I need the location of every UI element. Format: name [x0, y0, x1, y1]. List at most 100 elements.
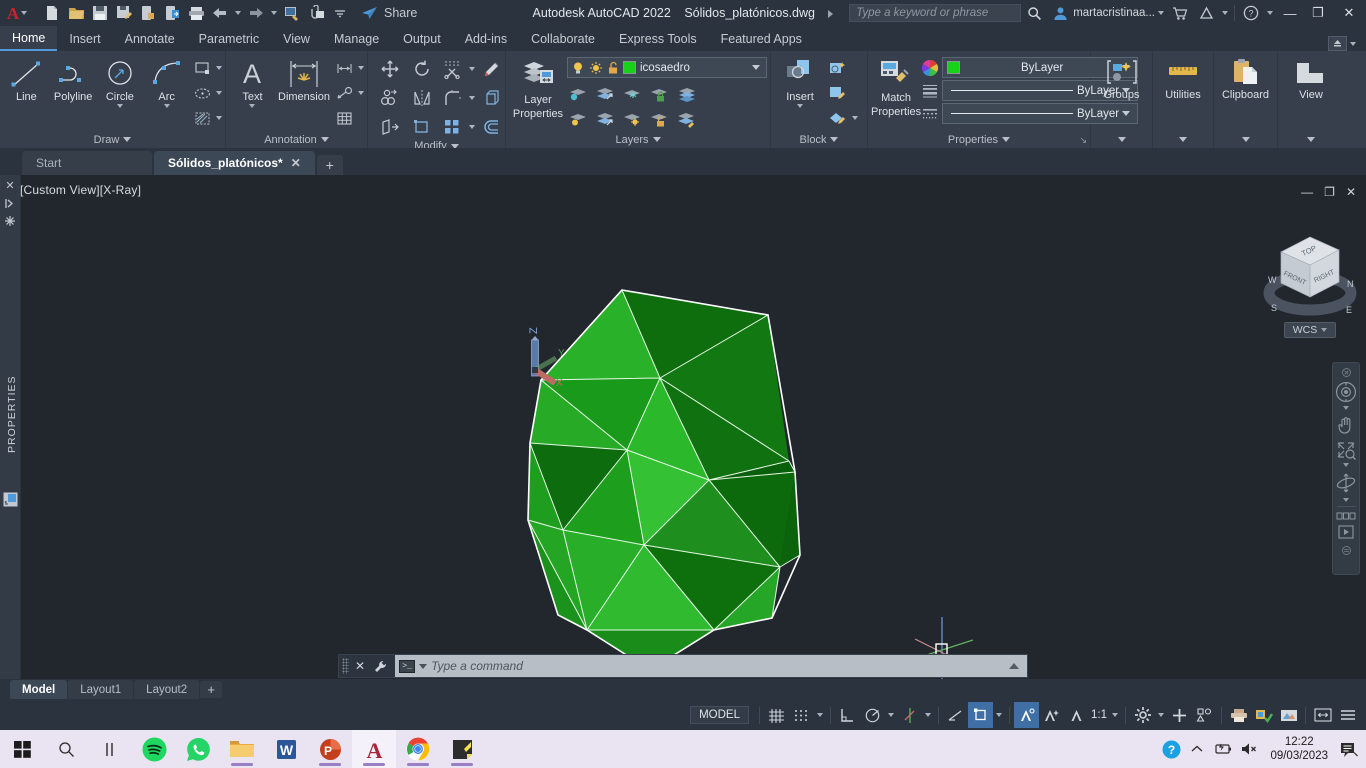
properties-panel-expander-icon[interactable]: ↘	[1079, 135, 1087, 146]
navbar-menu-icon[interactable]	[1333, 543, 1359, 557]
insert-block-button[interactable]: Insert	[774, 54, 826, 108]
layer-turn-all-on-button[interactable]	[594, 107, 618, 131]
task-view-icon[interactable]	[88, 730, 132, 768]
layer-color-swatch[interactable]	[623, 61, 636, 74]
hatch-dropdown-icon[interactable]	[216, 116, 222, 120]
show-hidden-icons-icon[interactable]	[1184, 730, 1210, 768]
view-button[interactable]: View	[1285, 54, 1337, 101]
ribbon-tab-collaborate[interactable]: Collaborate	[519, 26, 607, 51]
battery-charging-icon[interactable]	[1210, 730, 1236, 768]
username-label[interactable]: martacristinaa...	[1073, 7, 1155, 19]
save-as-icon[interactable]	[112, 2, 136, 24]
ortho-mode-icon[interactable]	[835, 702, 860, 728]
command-input[interactable]: >_ Type a command	[395, 655, 1027, 677]
arc-dropdown-icon[interactable]	[163, 104, 170, 108]
extrude-tool-button[interactable]	[479, 85, 505, 111]
lineweight-icon[interactable]	[943, 702, 968, 728]
snap-dropdown-icon[interactable]	[814, 702, 826, 728]
window-close-button[interactable]: ✕	[1332, 0, 1366, 26]
dimension-style-dropdown-icon[interactable]	[358, 66, 364, 70]
command-expand-icon[interactable]	[1009, 663, 1019, 669]
layer-thaw-icon[interactable]	[589, 61, 603, 75]
fillet-dropdown-icon[interactable]	[469, 96, 475, 100]
match-properties-button[interactable]: Match Properties	[871, 54, 921, 118]
ribbon-tab-output[interactable]: Output	[391, 26, 453, 51]
new-file-tab-button[interactable]: +	[316, 155, 343, 175]
rotate-tool-button[interactable]	[408, 56, 436, 82]
properties-panel-title[interactable]: Properties	[868, 131, 1090, 148]
draw-panel-title[interactable]: Draw	[0, 131, 225, 148]
help-icon[interactable]: ?	[1238, 0, 1264, 26]
rectangle-tool-button[interactable]	[190, 56, 214, 80]
window-minimize-button[interactable]: —	[1276, 0, 1304, 26]
graphics-performance-icon[interactable]	[1276, 702, 1301, 728]
layer-lock-button[interactable]	[648, 82, 672, 106]
powerpoint-icon[interactable]: P	[308, 730, 352, 768]
user-avatar-icon[interactable]	[1047, 0, 1073, 26]
layer-isolate-button[interactable]	[567, 82, 591, 106]
move-tool-button[interactable]	[376, 56, 404, 82]
navbar-close-icon[interactable]	[1333, 366, 1359, 378]
search-icon[interactable]	[1021, 0, 1047, 26]
table-tool-button[interactable]	[332, 106, 356, 130]
new-layout-button[interactable]: +	[200, 681, 223, 698]
help-tray-icon[interactable]: ?	[1158, 730, 1184, 768]
chrome-icon[interactable]	[396, 730, 440, 768]
fillet-tool-button[interactable]	[440, 85, 464, 111]
ribbon-tab-featured-apps[interactable]: Featured Apps	[709, 26, 814, 51]
leader-dropdown-icon[interactable]	[358, 91, 364, 95]
annotation-panel-title[interactable]: Annotation	[226, 131, 367, 148]
save-icon[interactable]	[88, 2, 112, 24]
ribbon-tab-view[interactable]: View	[271, 26, 322, 51]
ribbon-tab-addins[interactable]: Add-ins	[453, 26, 519, 51]
edit-block-button[interactable]	[826, 81, 850, 105]
spotify-icon[interactable]	[132, 730, 176, 768]
file-explorer-icon[interactable]	[220, 730, 264, 768]
layer-on-icon[interactable]	[571, 61, 585, 75]
join-tool-button[interactable]	[479, 114, 505, 140]
qat-more-icon[interactable]	[328, 2, 352, 24]
isolate-objects-icon[interactable]	[1192, 702, 1217, 728]
sticky-notes-icon[interactable]	[440, 730, 484, 768]
attach-icon[interactable]	[304, 2, 328, 24]
block-attribute-dropdown-icon[interactable]	[852, 116, 858, 120]
steering-wheel-dropdown-icon[interactable]	[1343, 406, 1349, 410]
steering-wheel-icon[interactable]	[1333, 378, 1359, 405]
array-dropdown-icon[interactable]	[469, 125, 475, 129]
current-layer-combo[interactable]: icosaedro	[567, 57, 767, 78]
circle-dropdown-icon[interactable]	[116, 104, 123, 108]
scale-tool-button[interactable]	[408, 114, 436, 140]
circle-tool-button[interactable]: Circle	[97, 54, 144, 108]
ribbon-tab-insert[interactable]: Insert	[57, 26, 112, 51]
text-tool-button[interactable]: A Text	[229, 54, 276, 108]
trim-dropdown-icon[interactable]	[469, 67, 475, 71]
orbit-icon[interactable]	[1333, 469, 1359, 497]
clipboard-panel-title[interactable]	[1241, 131, 1250, 148]
wcs-dropdown-button[interactable]: WCS	[1284, 322, 1336, 338]
chevron-down-icon[interactable]	[752, 65, 760, 70]
layer-match-button[interactable]	[675, 107, 699, 131]
command-line-close-icon[interactable]: ✕	[351, 659, 369, 673]
plot-icon[interactable]	[184, 2, 208, 24]
osnap-tracking-dropdown-icon[interactable]	[922, 702, 934, 728]
polyline-tool-button[interactable]: Polyline	[50, 54, 97, 103]
groups-panel-title[interactable]	[1117, 131, 1126, 148]
view-panel-title[interactable]	[1307, 131, 1315, 148]
layer-thaw-all-button[interactable]	[621, 107, 645, 131]
annotation-visibility-icon[interactable]	[1014, 702, 1039, 728]
ribbon-tab-parametric[interactable]: Parametric	[187, 26, 271, 51]
layer-unlock-button[interactable]	[648, 107, 672, 131]
command-line-settings-icon[interactable]	[369, 659, 392, 674]
layout-tab-model[interactable]: Model	[10, 680, 68, 699]
workspace-switching-icon[interactable]	[1130, 702, 1155, 728]
pan-icon[interactable]	[1333, 412, 1359, 437]
open-file-icon[interactable]	[64, 2, 88, 24]
hatch-tool-button[interactable]	[190, 106, 214, 130]
polar-tracking-icon[interactable]	[860, 702, 885, 728]
layer-merge-button[interactable]	[675, 82, 699, 106]
erase-tool-button[interactable]	[479, 56, 505, 82]
window-restore-button[interactable]: ❐	[1304, 0, 1332, 26]
new-file-icon[interactable]	[40, 2, 64, 24]
icosahedron-model[interactable]	[0, 175, 1366, 679]
annotation-scale-dropdown-icon[interactable]	[1109, 702, 1121, 728]
